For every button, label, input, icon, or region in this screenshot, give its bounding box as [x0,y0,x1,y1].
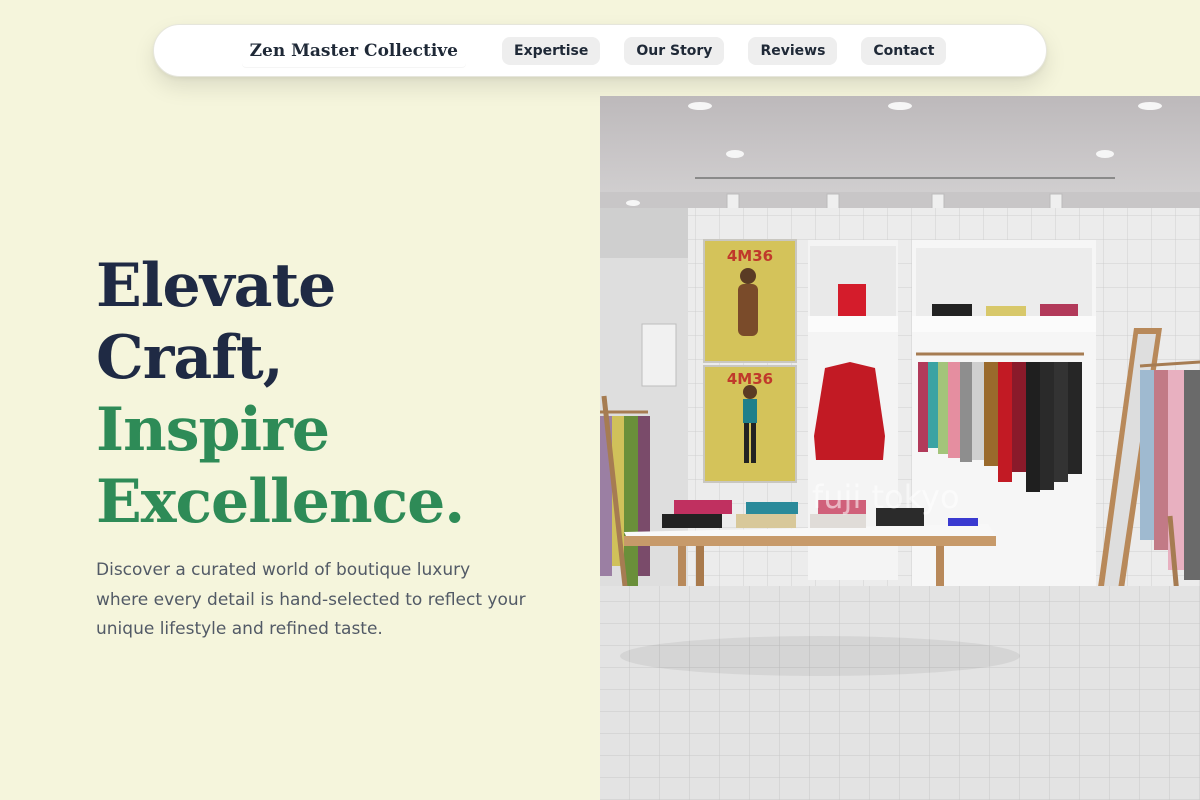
poster-text-top: 4M36 [727,247,773,265]
nav-link-our-story[interactable]: Our Story [624,36,725,65]
headline-line-4: Excellence. [96,467,465,537]
hero-section: Elevate Craft, Inspire Excellence. Disco… [96,250,576,645]
headline-line-3: Inspire [96,395,330,465]
nav-link-expertise[interactable]: Expertise [502,36,601,65]
headline-line-2: Craft, [96,323,284,393]
nav-link-reviews[interactable]: Reviews [748,36,838,65]
hero-description: Discover a curated world of boutique lux… [96,560,526,639]
headline-line-1: Elevate [96,251,336,321]
brand-logo[interactable]: Zen Master Collective [242,35,466,67]
hero-headline: Elevate Craft, Inspire Excellence. [96,250,576,538]
window-text: fuji tokyo [812,478,960,516]
nav-link-contact[interactable]: Contact [861,36,947,65]
boutique-store-photo: 4M36 4M36 fuji tokyo [600,96,1200,800]
top-navigation: Zen Master Collective Expertise Our Stor… [153,24,1047,77]
